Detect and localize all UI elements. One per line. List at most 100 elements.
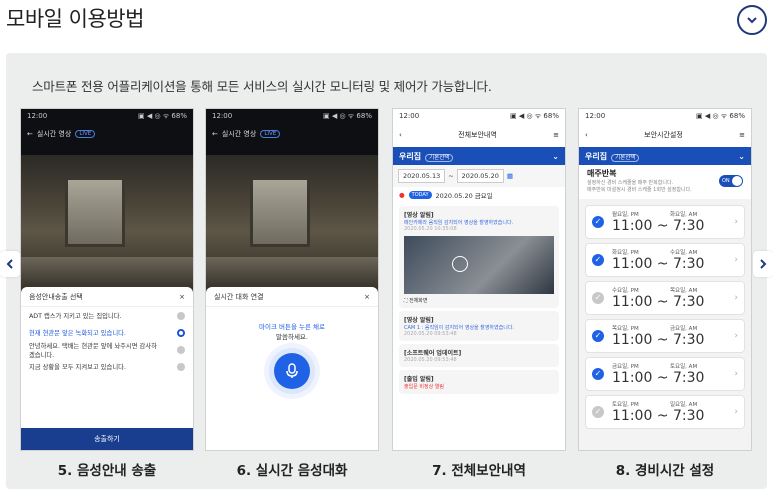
time-to: 7:30	[673, 218, 705, 234]
check-icon[interactable]: ✓	[592, 406, 604, 418]
status-time: 12:00	[399, 112, 420, 120]
mic-button[interactable]	[274, 353, 310, 389]
close-icon[interactable]: ×	[179, 293, 185, 301]
voice-option-label: 안녕하세요. 택배는 현관문 앞에 놔주시면 감사하겠습니다.	[29, 342, 157, 359]
date-to[interactable]: 2020.05.20	[456, 169, 504, 183]
schedule-day-start: 금요일, PM	[612, 364, 639, 370]
check-icon[interactable]: ✓	[592, 216, 604, 228]
check-icon[interactable]: ✓	[592, 330, 604, 342]
caption-7: 7. 전체보안내역	[432, 463, 526, 479]
menu-icon[interactable]: ≡	[739, 131, 745, 139]
camera-view	[206, 155, 378, 293]
back-icon[interactable]: ‹	[399, 131, 402, 139]
status-time: 12:00	[27, 112, 48, 120]
schedule-times: 11:00 ~ 7:30	[612, 218, 705, 234]
entry-date: 2020.05.20 09:53:48	[404, 331, 457, 337]
send-button[interactable]: 송출하기	[21, 428, 193, 450]
entry-title: [출입 알림]	[404, 376, 434, 383]
time-from: 11:00	[612, 294, 653, 310]
status-icons: ▣ ◀ ◎ ᯤ 68%	[323, 112, 372, 120]
site-selector[interactable]: 우리집 기본선택 ⌄	[393, 147, 565, 165]
schedule-day-end: 화요일, AM	[670, 212, 698, 218]
log-entry[interactable]: [영상 알림] CAM 1 : 움직임이 감지되어 영상을 촬영하였습니다. 2…	[399, 311, 559, 341]
radio-button[interactable]	[177, 311, 185, 320]
chevron-right-icon: ›	[734, 255, 738, 265]
radio-button[interactable]	[177, 345, 185, 354]
schedule-item[interactable]: ✓ 토요일, PM 일요일, AM 11:00 ~ 7:30 ›	[585, 395, 745, 429]
log-entry[interactable]: [영상 알림] 메인카메라 움직임 감지되어 영상을 촬영하였습니다. 2020…	[399, 206, 559, 308]
camera-view	[21, 155, 193, 293]
entry-date: 2020.05.20 10:35:08	[404, 226, 457, 232]
date-range: 2020.05.13 ~ 2020.05.20 ▦	[393, 165, 565, 187]
mic-hint-blue: 마이크 버튼을 누른 채로	[259, 323, 325, 331]
live-badge: LIVE	[75, 130, 96, 138]
log-entry[interactable]: [출입 알림] 출입문 비정상 열림	[399, 370, 559, 394]
status-time: 12:00	[212, 112, 233, 120]
prev-slide-button[interactable]	[0, 251, 20, 277]
schedule-times: 11:00 ~ 7:30	[612, 408, 705, 424]
collapse-button[interactable]	[737, 5, 767, 35]
status-bar: 12:00 ▣ ◀ ◎ ᯤ 68%	[579, 109, 751, 123]
microphone-icon	[286, 363, 298, 378]
site-name: 우리집	[399, 151, 422, 161]
voice-option[interactable]: 현재 현관문 앞은 녹화되고 있습니다.	[21, 324, 193, 341]
fullscreen-label: 전체화면	[409, 298, 428, 304]
status-bar: 12:00 ▣ ◀ ◎ ᯤ 68%	[21, 109, 193, 123]
radio-button[interactable]	[177, 328, 185, 337]
repeat-row: 매주반복 설정하신 경비 스케줄을 매주 반복합니다. 매주반복 미설정시 경비…	[579, 165, 751, 199]
check-icon[interactable]: ✓	[592, 292, 604, 304]
section-header: 모바일 이용방법	[0, 0, 773, 40]
screen-title: 전체보안내역	[458, 131, 497, 139]
next-slide-button[interactable]	[753, 251, 773, 277]
entry-sub: CAM 1 : 움직임이 감지되어 영상을 촬영하였습니다.	[404, 325, 515, 331]
schedule-times: 11:00 ~ 7:30	[612, 256, 705, 272]
app-topbar: ‹ 전체보안내역 ≡	[393, 123, 565, 147]
entry-title: [소프트웨어 업데이트]	[404, 350, 462, 357]
schedule-day-start: 화요일, PM	[612, 250, 639, 256]
chevron-right-icon: ›	[734, 407, 738, 417]
radio-button[interactable]	[177, 362, 185, 371]
schedule-item[interactable]: ✓ 금요일, PM 토요일, AM 11:00 ~ 7:30 ›	[585, 357, 745, 391]
status-time: 12:00	[585, 112, 606, 120]
schedule-item[interactable]: ✓ 화요일, PM 수요일, AM 11:00 ~ 7:30 ›	[585, 243, 745, 277]
video-topbar: ← 실시간 영상 LIVE	[206, 123, 378, 145]
back-icon[interactable]: ←	[212, 130, 218, 138]
site-selector[interactable]: 우리집 기본선택 ⌄	[579, 147, 751, 165]
schedule-item[interactable]: ✓ 월요일, PM 화요일, AM 11:00 ~ 7:30 ›	[585, 205, 745, 239]
date-from[interactable]: 2020.05.13	[398, 169, 446, 183]
time-from: 11:00	[612, 332, 653, 348]
back-icon[interactable]: ←	[27, 130, 33, 138]
voice-option[interactable]: 지금 상황을 모두 지켜보고 있습니다.	[21, 358, 193, 375]
voice-option[interactable]: ADT 캡스가 지키고 있는 집입니다.	[21, 307, 193, 324]
today-date: 2020.05.20 금요일	[435, 192, 493, 200]
voice-option-label: 현재 현관문 앞은 녹화되고 있습니다.	[29, 330, 126, 337]
schedule-day-start: 수요일, PM	[612, 288, 639, 294]
status-icons: ▣ ◀ ◎ ᯤ 68%	[138, 112, 187, 120]
schedule-item[interactable]: ✓ 수요일, PM 목요일, AM 11:00 ~ 7:30 ›	[585, 281, 745, 315]
check-icon[interactable]: ✓	[592, 368, 604, 380]
video-thumbnail[interactable]	[404, 236, 554, 294]
time-from: 11:00	[612, 370, 653, 386]
calendar-icon[interactable]: ▦	[507, 172, 513, 180]
schedule-times: 11:00 ~ 7:30	[612, 294, 705, 310]
close-icon[interactable]: ×	[364, 293, 370, 301]
voice-option[interactable]: 안녕하세요. 택배는 현관문 앞에 놔주시면 감사하겠습니다.	[21, 341, 193, 359]
repeat-toggle[interactable]: ON	[719, 175, 743, 187]
back-icon[interactable]: ‹	[585, 131, 588, 139]
sheet-header: 음성안내송출 선택 ×	[21, 287, 193, 307]
check-icon[interactable]: ✓	[592, 254, 604, 266]
time-from: 11:00	[612, 256, 653, 272]
play-icon[interactable]	[452, 256, 468, 272]
caption-5: 5. 음성안내 송출	[57, 463, 157, 479]
screen-security-log: 12:00 ▣ ◀ ◎ ᯤ 68% ‹ 전체보안내역 ≡ 우리집 기본선택 ⌄ 2020.…	[392, 108, 566, 451]
schedule-day-start: 월요일, PM	[612, 212, 639, 218]
schedule-day-end: 일요일, AM	[670, 402, 698, 408]
live-badge: LIVE	[260, 130, 281, 138]
fullscreen-button[interactable]: ⛶ 전체화면	[404, 297, 554, 304]
log-entry[interactable]: [소프트웨어 업데이트] 2020.05.20 09:53:48	[399, 344, 559, 367]
status-icons: ▣ ◀ ◎ ᯤ 68%	[696, 112, 745, 120]
chevron-left-icon	[6, 259, 13, 269]
schedule-item[interactable]: ✓ 목요일, PM 금요일, AM 11:00 ~ 7:30 ›	[585, 319, 745, 353]
menu-icon[interactable]: ≡	[553, 131, 559, 139]
time-from: 11:00	[612, 218, 653, 234]
